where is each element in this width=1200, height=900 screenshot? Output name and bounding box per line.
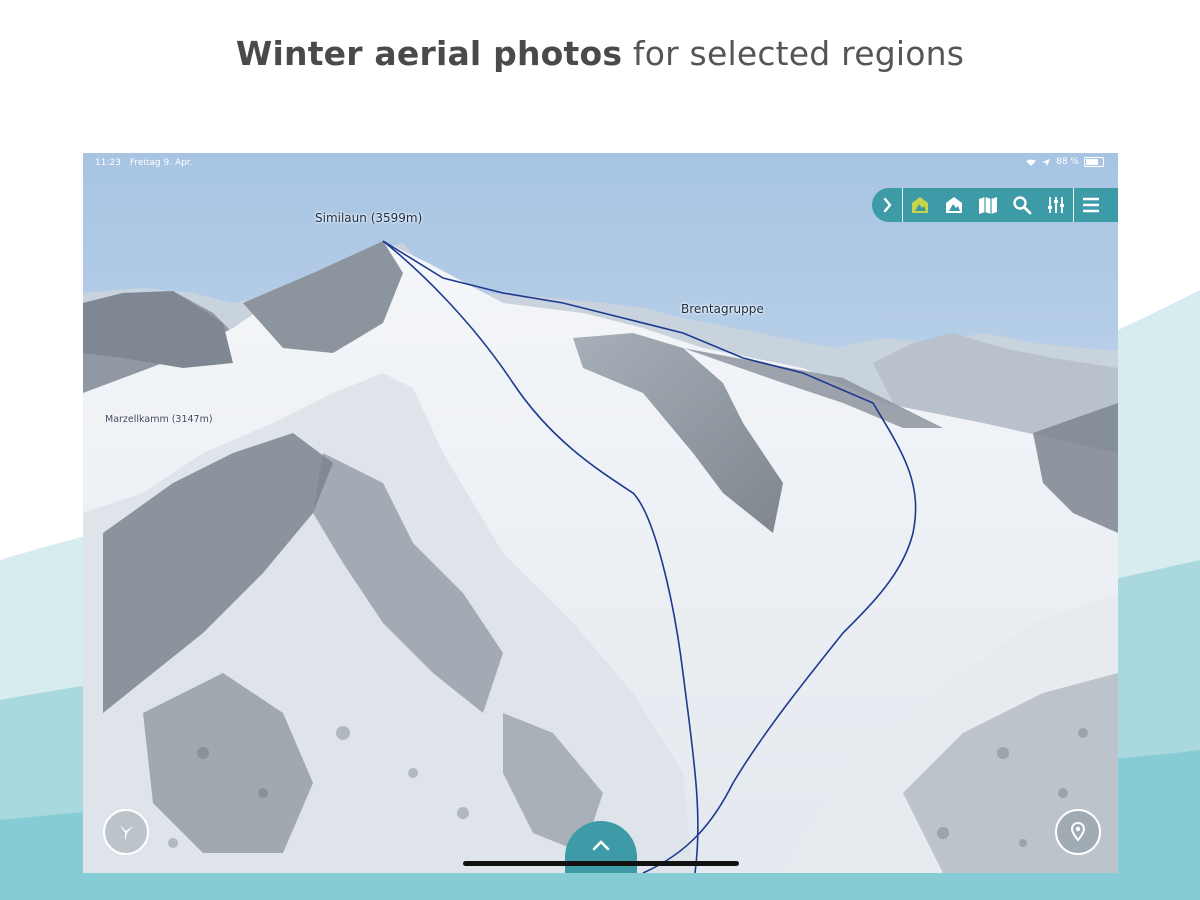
location-button[interactable] [1055, 809, 1101, 855]
hamburger-menu-icon [1083, 197, 1099, 213]
winter-layer-button[interactable] [903, 188, 937, 222]
headline-rest: for selected regions [622, 34, 965, 73]
chevron-right-icon [883, 197, 892, 213]
battery-percent: 88 % [1056, 157, 1079, 167]
headline: Winter aerial photos for selected region… [0, 34, 1200, 73]
winter-layer-icon [912, 197, 928, 213]
collapse-toolbar-button[interactable] [872, 188, 902, 222]
toolbar-divider [902, 188, 903, 222]
label-side-peak: Marzellkamm (3147m) [105, 414, 213, 425]
search-button[interactable] [1005, 188, 1039, 222]
settings-button[interactable] [1039, 188, 1073, 222]
layers-icon [946, 197, 962, 213]
location-pin-icon [1070, 821, 1086, 842]
label-range: Brentagruppe [681, 302, 764, 316]
chevron-up-icon [592, 840, 610, 851]
wifi-icon [1026, 159, 1037, 166]
menu-button[interactable] [1074, 188, 1108, 222]
toolbar-divider [1073, 188, 1074, 222]
status-time: 11:23 [95, 158, 121, 168]
map-button[interactable] [971, 188, 1005, 222]
label-peak: Similaun (3599m) [315, 211, 423, 225]
layers-button[interactable] [937, 188, 971, 222]
location-arrow-icon [1042, 158, 1051, 166]
map-icon [979, 197, 997, 214]
battery-icon [1084, 157, 1104, 167]
sliders-icon [1048, 197, 1064, 213]
home-indicator[interactable] [463, 861, 739, 866]
search-icon [1013, 196, 1032, 215]
status-bar: 11:23 Freitag 9. Apr. 88 % [83, 153, 1118, 173]
status-date: Freitag 9. Apr. [129, 158, 193, 168]
map-toolbar [872, 188, 1118, 222]
headline-bold: Winter aerial photos [235, 34, 623, 73]
compass-arrow-icon [120, 825, 133, 841]
compass-button[interactable] [103, 809, 149, 855]
aerial-mountain-view[interactable] [83, 153, 1118, 873]
tablet-screen: 11:23 Freitag 9. Apr. 88 % Similaun (359… [83, 153, 1118, 873]
